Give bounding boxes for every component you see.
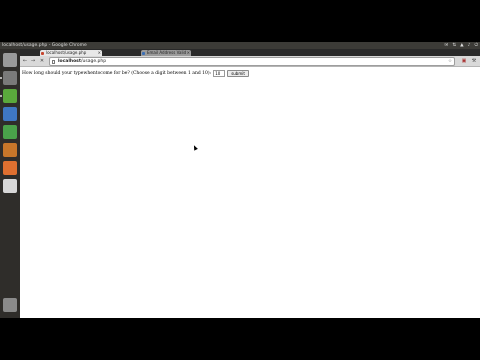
address-bar[interactable]: localhost/usage.php ☆	[49, 57, 455, 66]
window-title: localhost/usage.php - Google Chrome	[2, 43, 87, 48]
dash-home-icon[interactable]	[3, 53, 17, 67]
files-icon[interactable]	[0, 71, 17, 85]
page-icon	[52, 59, 55, 64]
mouse-cursor-icon	[192, 144, 198, 151]
battery-icon[interactable]: ▲	[460, 42, 463, 49]
chrome-icon[interactable]	[0, 89, 17, 103]
url-text: localhost/usage.php	[58, 58, 106, 65]
browser-toolbar: ← → ✕ localhost/usage.php ☆ ▣ ⚒	[20, 56, 480, 67]
tab-strip: localhost/usage.php × Email Address Vali…	[20, 49, 480, 56]
url-path: /usage.php	[81, 59, 107, 64]
software-center-icon[interactable]	[3, 161, 17, 175]
settings-icon[interactable]	[3, 179, 17, 193]
unity-launcher	[0, 49, 20, 318]
submit-button[interactable]: submit	[227, 70, 249, 77]
stop-button[interactable]: ✕	[39, 58, 45, 64]
desktop-screen: localhost/usage.php - Google Chrome ✉ ⇅ …	[0, 42, 480, 318]
question-text: How long should your typewhentocome for …	[22, 71, 212, 76]
bookmark-star-icon[interactable]: ☆	[448, 58, 452, 65]
extension-icon[interactable]: ▣	[460, 57, 468, 65]
impress-icon[interactable]	[3, 143, 17, 157]
tab-label: Email Address Valid	[147, 50, 187, 55]
system-tray: ✉ ⇅ ▲ ♪ ⏻	[445, 42, 478, 49]
calc-icon[interactable]	[3, 125, 17, 139]
power-icon[interactable]: ⏻	[474, 42, 478, 49]
forward-button[interactable]: →	[30, 58, 36, 64]
tab-label: localhost/usage.php	[46, 50, 87, 55]
page-content: How long should your typewhentocome for …	[20, 67, 480, 318]
writer-icon[interactable]	[3, 107, 17, 121]
wrench-menu-icon[interactable]: ⚒	[470, 57, 478, 65]
question-form: How long should your typewhentocome for …	[22, 70, 249, 77]
top-panel: localhost/usage.php - Google Chrome ✉ ⇅ …	[0, 42, 480, 49]
page-favicon-icon	[41, 51, 44, 55]
mail-icon[interactable]: ✉	[445, 42, 449, 49]
back-button[interactable]: ←	[22, 58, 28, 64]
network-icon[interactable]: ⇅	[452, 42, 456, 49]
page-favicon-icon	[142, 51, 145, 55]
sound-icon[interactable]: ♪	[468, 42, 471, 49]
trash-icon[interactable]	[3, 298, 17, 312]
number-input[interactable]: 10	[213, 70, 226, 77]
chrome-window: localhost/usage.php × Email Address Vali…	[20, 49, 480, 318]
url-host: localhost	[58, 59, 82, 64]
